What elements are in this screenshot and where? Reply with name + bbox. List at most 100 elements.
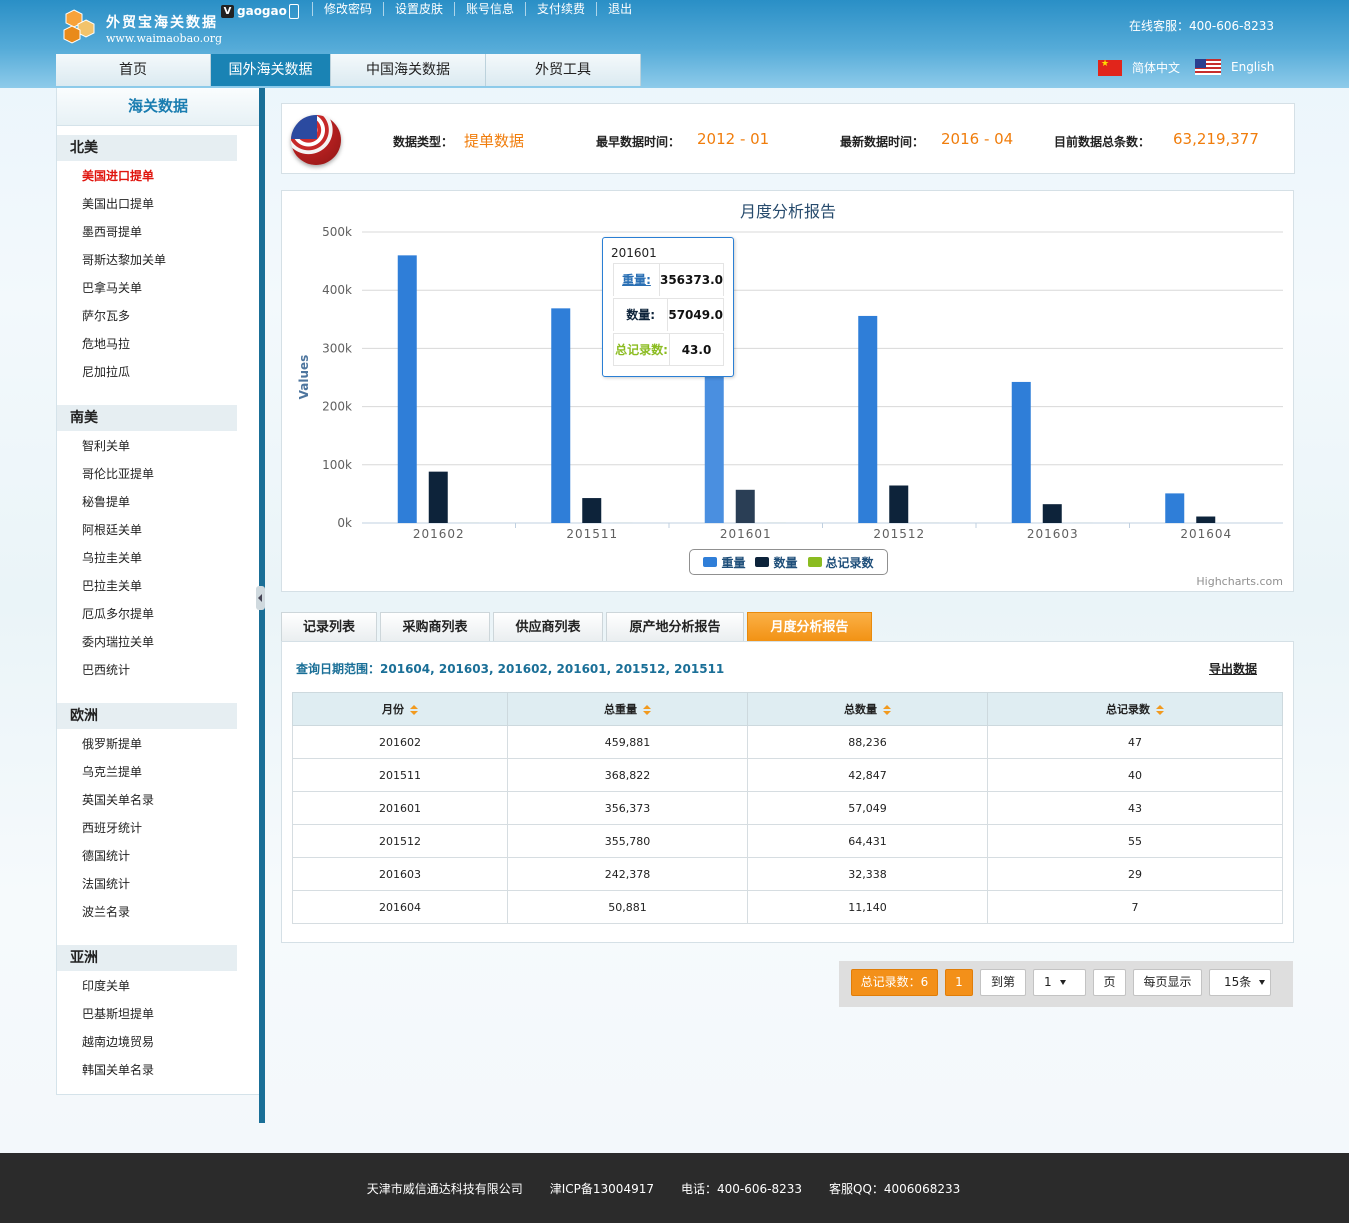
sidebar-item[interactable]: 波兰名录 xyxy=(82,904,130,920)
sidebar-item[interactable]: 乌克兰提单 xyxy=(82,764,142,780)
lang-chinese[interactable]: 简体中文 xyxy=(1098,59,1180,76)
sort-icon[interactable] xyxy=(1156,705,1164,715)
nav-foreign-customs[interactable]: 国外海关数据 xyxy=(211,54,331,86)
cell: 29 xyxy=(987,857,1283,891)
bar-qty xyxy=(889,485,909,523)
sidebar-item[interactable]: 英国关单名录 xyxy=(82,792,154,808)
legend-item-weight[interactable]: 重量 xyxy=(703,554,745,571)
user-account[interactable]: V gaogao xyxy=(221,4,287,18)
sidebar-item[interactable]: 萨尔瓦多 xyxy=(82,308,130,324)
chart-tooltip: 201601 重量: 356373.0 数量: 57049.0 总记录数: 43… xyxy=(602,237,734,377)
col-weight[interactable]: 总重量 xyxy=(507,692,748,726)
sidebar-item[interactable]: 巴拿马关单 xyxy=(82,280,142,296)
logo[interactable]: 外贸宝海关数据 www.waimaobao.org xyxy=(62,8,222,48)
sidebar-item[interactable]: 俄罗斯提单 xyxy=(82,736,142,752)
data-summary: 数据类型： 提单数据 最早数据时间： 2012 - 01 最新数据时间： 201… xyxy=(281,103,1295,174)
sidebar-item[interactable]: 墨西哥提单 xyxy=(82,224,142,240)
chevron-down-icon xyxy=(1059,980,1066,985)
sidebar-item[interactable]: 西班牙统计 xyxy=(82,820,142,836)
sidebar-item[interactable]: 乌拉圭关单 xyxy=(82,550,142,566)
sidebar-item[interactable]: 越南边境贸易 xyxy=(82,1034,154,1050)
tab-record-list[interactable]: 记录列表 xyxy=(281,612,377,641)
link-change-password[interactable]: 修改密码 xyxy=(312,2,383,16)
sidebar-item[interactable]: 巴基斯坦提单 xyxy=(82,1006,154,1022)
nav-trade-tools[interactable]: 外贸工具 xyxy=(486,54,641,86)
bar-weight xyxy=(551,308,571,523)
per-page-button[interactable]: 每页显示 xyxy=(1133,969,1202,996)
lang-english-label: English xyxy=(1231,60,1275,74)
legend-item-records[interactable]: 总记录数 xyxy=(807,554,874,571)
cell: 459,881 xyxy=(507,725,748,759)
sidebar-item[interactable]: 哥斯达黎加关单 xyxy=(82,252,166,268)
nav-home[interactable]: 首页 xyxy=(56,54,211,86)
chart-credits[interactable]: Highcharts.com xyxy=(1196,575,1283,588)
sidebar-item[interactable]: 哥伦比亚提单 xyxy=(82,466,154,482)
cell: 355,780 xyxy=(507,824,748,858)
sidebar-item[interactable]: 阿根廷关单 xyxy=(82,522,142,538)
pagination: 总记录数：6 1 到第 1 页 每页显示 15条 xyxy=(839,961,1293,1007)
col-records-label: 总记录数 xyxy=(1106,703,1150,716)
sidebar-region-header: 南美 xyxy=(57,405,237,431)
main-nav: 首页 国外海关数据 中国海关数据 外贸工具 xyxy=(56,54,641,86)
sidebar-item[interactable]: 委内瑞拉关单 xyxy=(82,634,154,650)
col-qty[interactable]: 总数量 xyxy=(747,692,988,726)
tooltip-row: 重量: 356373.0 xyxy=(613,263,724,296)
bar-qty xyxy=(428,471,448,523)
sort-icon[interactable] xyxy=(410,705,418,715)
sidebar-item[interactable]: 尼加拉瓜 xyxy=(82,364,130,380)
sort-icon[interactable] xyxy=(643,705,651,715)
tab-monthly-report[interactable]: 月度分析报告 xyxy=(747,612,872,641)
lang-english[interactable]: English xyxy=(1195,59,1274,75)
footer-qq[interactable]: 客服QQ：4006068233 xyxy=(829,1180,960,1197)
sidebar-item[interactable]: 秘鲁提单 xyxy=(82,494,130,510)
tab-buyer-list[interactable]: 采购商列表 xyxy=(380,612,490,641)
goto-button[interactable]: 到第 xyxy=(980,969,1026,996)
link-renew[interactable]: 支付续费 xyxy=(525,2,596,16)
lang-chinese-label: 简体中文 xyxy=(1132,61,1181,75)
link-logout[interactable]: 退出 xyxy=(596,2,643,16)
y-tick-label: 500k xyxy=(322,225,352,239)
tab-origin-report[interactable]: 原产地分析报告 xyxy=(606,612,744,641)
bar-weight xyxy=(1011,381,1031,523)
link-set-skin[interactable]: 设置皮肤 xyxy=(383,2,454,16)
mobile-icon[interactable] xyxy=(289,4,299,19)
latest-label: 最新数据时间： xyxy=(840,135,925,149)
cell: 201512 xyxy=(292,824,508,858)
sort-icon[interactable] xyxy=(883,705,891,715)
us-globe-icon xyxy=(291,115,341,165)
per-page-select[interactable]: 15条 xyxy=(1209,969,1271,996)
page-select[interactable]: 1 xyxy=(1033,969,1086,996)
tab-supplier-list[interactable]: 供应商列表 xyxy=(493,612,603,641)
sidebar-item[interactable]: 巴西统计 xyxy=(82,662,130,678)
cell: 201601 xyxy=(292,791,508,825)
nav-china-customs[interactable]: 中国海关数据 xyxy=(331,54,486,86)
sidebar-collapse-icon[interactable] xyxy=(256,586,265,610)
cell: 64,431 xyxy=(747,824,988,858)
page-unit-button[interactable]: 页 xyxy=(1093,969,1126,996)
bar-qty xyxy=(735,489,755,523)
chart-title: 月度分析报告 xyxy=(740,202,836,221)
sidebar-item[interactable]: 危地马拉 xyxy=(82,336,130,352)
page-button-current[interactable]: 1 xyxy=(945,969,973,996)
bar-weight xyxy=(858,315,878,523)
y-tick-label: 400k xyxy=(322,283,352,297)
sidebar-item[interactable]: 印度关单 xyxy=(82,978,130,994)
sidebar-item[interactable]: 法国统计 xyxy=(82,876,130,892)
col-month[interactable]: 月份 xyxy=(292,692,508,726)
col-records[interactable]: 总记录数 xyxy=(987,692,1283,726)
total-value: 63,219,377 xyxy=(1173,130,1259,148)
sidebar-item[interactable]: 厄瓜多尔提单 xyxy=(82,606,154,622)
sidebar-item[interactable]: 美国进口提单 xyxy=(82,168,154,184)
sidebar-item[interactable]: 巴拉圭关单 xyxy=(82,578,142,594)
sidebar-item[interactable]: 德国统计 xyxy=(82,848,130,864)
online-service[interactable]: 在线客服：400-606-8233 xyxy=(1129,17,1274,34)
export-button[interactable]: 导出数据 xyxy=(1209,660,1257,677)
link-account-info[interactable]: 账号信息 xyxy=(454,2,525,16)
y-tick-label: 200k xyxy=(322,400,352,414)
sidebar-item[interactable]: 韩国关单名录 xyxy=(82,1062,154,1078)
sidebar-item[interactable]: 智利关单 xyxy=(82,438,130,454)
sidebar-item[interactable]: 美国出口提单 xyxy=(82,196,154,212)
footer-icp[interactable]: 津ICP备13004917 xyxy=(550,1180,654,1197)
tooltip-title: 201601 xyxy=(611,246,657,260)
legend-item-qty[interactable]: 数量 xyxy=(755,554,798,571)
